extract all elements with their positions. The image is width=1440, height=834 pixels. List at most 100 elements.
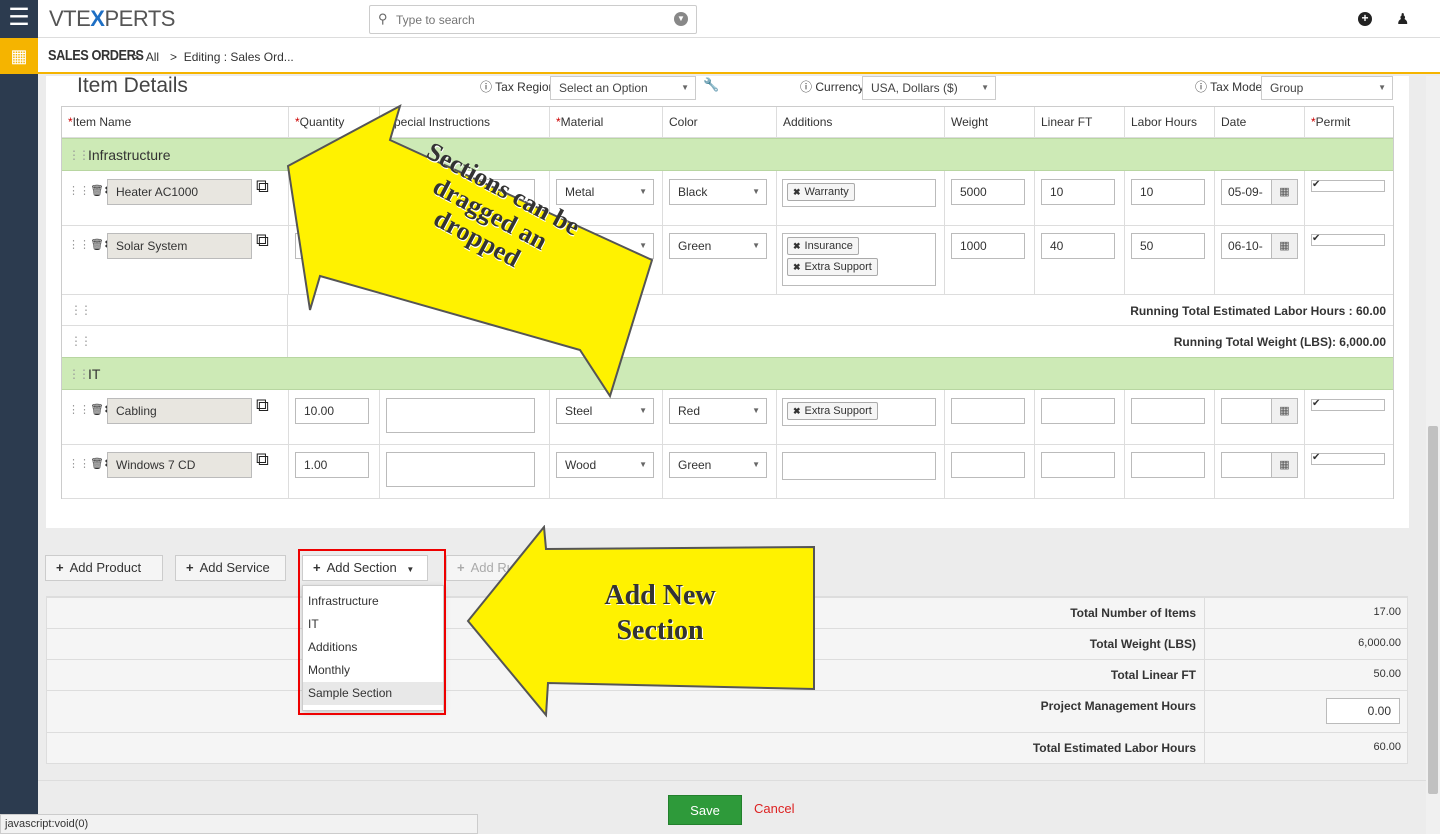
permit-checkbox[interactable]: ✔ [1311, 180, 1385, 192]
date-field[interactable]: ▦ [1221, 398, 1298, 424]
calendar-icon[interactable]: ▦ [1271, 234, 1297, 258]
color-select[interactable]: Green ▼ [669, 452, 767, 478]
item-name-field[interactable]: Solar System [107, 233, 252, 259]
color-select[interactable]: Black ▼ [669, 179, 767, 205]
drag-handle-icon[interactable]: ⋮⋮ [68, 185, 90, 197]
labor-hours-field[interactable] [1131, 452, 1205, 478]
addition-tag[interactable]: ✖ Warranty [787, 183, 855, 201]
product-box-icon[interactable]: ⧉ [256, 395, 269, 416]
remove-tag-icon[interactable]: ✖ [793, 406, 801, 416]
product-box-icon[interactable]: ⧉ [256, 449, 269, 470]
tax-region-label-text: Tax Region [495, 80, 556, 94]
breadcrumb-all-label: All [145, 50, 160, 64]
col-divider [1124, 390, 1125, 444]
drag-handle-icon[interactable]: ⋮⋮ [68, 458, 90, 470]
module-title[interactable]: SALES ORDERS [48, 47, 144, 64]
product-box-icon[interactable]: ⧉ [256, 176, 269, 197]
addition-tag[interactable]: ✖ Extra Support [787, 258, 878, 276]
date-field[interactable]: 06-10- ▦ [1221, 233, 1298, 259]
delete-icon[interactable]: 🗑 [90, 404, 104, 416]
scrollbar-thumb[interactable] [1428, 426, 1438, 794]
calendar-icon[interactable]: ▦ [1271, 399, 1297, 423]
drag-handle-icon[interactable]: ⋮⋮ [68, 404, 90, 416]
weight-field[interactable]: 1000 [951, 233, 1025, 259]
col-divider [1034, 225, 1035, 294]
search-filter-icon[interactable]: ▼ [674, 12, 688, 26]
search-input[interactable] [396, 10, 666, 30]
column-label: Item Name [72, 115, 132, 129]
special-instructions-field[interactable] [386, 452, 535, 487]
column-header-labor-hours: Labor Hours [1124, 107, 1214, 137]
remove-tag-icon[interactable]: ✖ [793, 262, 801, 272]
item-name-field[interactable]: Windows 7 CD [107, 452, 252, 478]
item-name-field[interactable]: Heater AC1000 [107, 179, 252, 205]
date-field[interactable]: 05-09- ▦ [1221, 179, 1298, 205]
drag-handle-icon[interactable]: ⋮⋮ [68, 239, 90, 251]
project-management-hours-field[interactable]: 0.00 [1326, 698, 1400, 724]
color-select[interactable]: Red ▼ [669, 398, 767, 424]
delete-icon[interactable]: 🗑 [90, 458, 104, 470]
date-field[interactable]: ▦ [1221, 452, 1298, 478]
drag-handle-icon[interactable]: ⋮⋮ [70, 303, 92, 317]
sales-order-module-icon[interactable]: ▦ [0, 38, 38, 74]
color-select[interactable]: Green ▼ [669, 233, 767, 259]
labor-hours-field[interactable]: 50 [1131, 233, 1205, 259]
linear-ft-field[interactable]: 40 [1041, 233, 1115, 259]
save-button[interactable]: Save [668, 795, 742, 825]
quantity-field[interactable]: 10.00 [295, 398, 369, 424]
add-product-button[interactable]: + Add Product [45, 555, 163, 581]
global-search[interactable]: ⚲ ▼ [369, 5, 697, 34]
app-logo[interactable]: VTEXPERTS [49, 6, 175, 32]
labor-hours-field[interactable]: 10 [1131, 179, 1205, 205]
quick-create-icon[interactable]: + [1358, 12, 1372, 26]
addition-tag[interactable]: ✖ Extra Support [787, 402, 878, 420]
col-divider [776, 171, 777, 225]
drag-handle-icon[interactable]: ⋮⋮ [68, 139, 90, 171]
item-name-field[interactable]: Cabling [107, 398, 252, 424]
drag-handle-icon[interactable]: ⋮⋮ [68, 358, 90, 390]
weight-field[interactable] [951, 398, 1025, 424]
weight-field[interactable]: 5000 [951, 179, 1025, 205]
drag-handle-icon[interactable]: ⋮⋮ [70, 334, 92, 348]
material-select[interactable]: Wood ▼ [556, 452, 654, 478]
hamburger-menu-icon[interactable]: ☰ [0, 0, 38, 38]
section-row-infrastructure[interactable]: ⋮⋮ Infrastructure [62, 138, 1393, 171]
chevron-down-icon: ▼ [752, 187, 760, 196]
col-divider [288, 444, 289, 498]
total-label: Project Management Hours [1040, 699, 1196, 713]
quantity-field[interactable]: 1.00 [295, 452, 369, 478]
tax-mode-select[interactable]: Group ▼ [1261, 76, 1393, 100]
additions-multiselect[interactable] [782, 452, 936, 480]
breadcrumb-all[interactable]: > All [132, 50, 159, 64]
weight-field[interactable] [951, 452, 1025, 478]
linear-ft-field[interactable] [1041, 452, 1115, 478]
user-profile-icon[interactable]: ♟ [1396, 10, 1409, 28]
linear-ft-field[interactable]: 10 [1041, 179, 1115, 205]
remove-tag-icon[interactable]: ✖ [793, 187, 801, 197]
delete-icon[interactable]: 🗑 [90, 239, 104, 251]
product-box-icon[interactable]: ⧉ [256, 230, 269, 251]
linear-ft-field[interactable] [1041, 398, 1115, 424]
add-service-button[interactable]: + Add Service [175, 555, 286, 581]
additions-multiselect[interactable]: ✖ Warranty [782, 179, 936, 207]
permit-checkbox[interactable]: ✔ [1311, 399, 1385, 411]
material-select[interactable]: Steel ▼ [556, 398, 654, 424]
addition-tag[interactable]: ✖ Insurance [787, 237, 859, 255]
logo-text-left: VTE [49, 6, 91, 31]
tax-region-select[interactable]: Select an Option ▼ [550, 76, 696, 100]
permit-checkbox[interactable]: ✔ [1311, 453, 1385, 465]
permit-checkbox[interactable]: ✔ [1311, 234, 1385, 246]
wrench-icon[interactable]: 🔧 [703, 77, 719, 93]
currency-select[interactable]: USA, Dollars ($) ▼ [862, 76, 996, 100]
remove-tag-icon[interactable]: ✖ [793, 241, 801, 251]
delete-icon[interactable]: 🗑 [90, 185, 104, 197]
calendar-icon[interactable]: ▦ [1271, 453, 1297, 477]
special-instructions-field[interactable] [386, 398, 535, 433]
col-divider [944, 225, 945, 294]
additions-multiselect[interactable]: ✖ Extra Support [782, 398, 936, 426]
additions-multiselect[interactable]: ✖ Insurance ✖ Extra Support [782, 233, 936, 286]
cancel-link[interactable]: Cancel [754, 801, 794, 816]
calendar-icon[interactable]: ▦ [1271, 180, 1297, 204]
section-row-it[interactable]: ⋮⋮ IT [62, 357, 1393, 390]
labor-hours-field[interactable] [1131, 398, 1205, 424]
